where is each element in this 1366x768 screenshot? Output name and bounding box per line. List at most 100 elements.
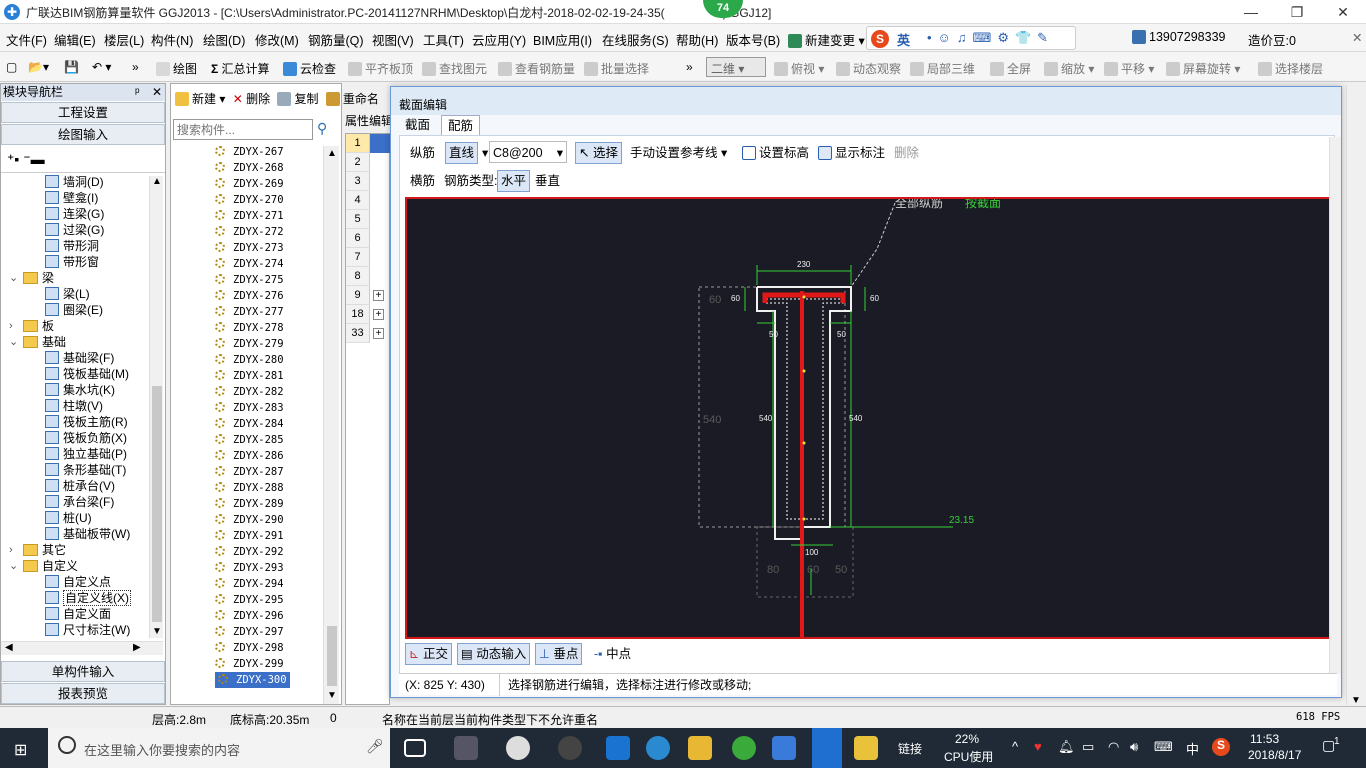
find-element-button[interactable]: 查找图元	[422, 60, 487, 77]
ime-tool-icons[interactable]: •☺♫⌨⚙👕✎	[927, 30, 1054, 46]
windows-start-icon[interactable]: ⊞	[14, 740, 27, 760]
component-list-item[interactable]: ZDYX-268	[215, 160, 284, 176]
menu-cloud[interactable]: 云应用(Y)	[472, 30, 526, 49]
tree-item[interactable]: ⌄ 基础	[9, 334, 66, 350]
property-row-number[interactable]: 9	[346, 286, 370, 305]
component-list-item[interactable]: ZDYX-270	[215, 192, 284, 208]
tree-item[interactable]: 独立基础(P)	[45, 446, 127, 462]
ime-lang[interactable]: 英	[897, 30, 910, 49]
dim-60-outer[interactable]: 60	[709, 294, 721, 306]
360-browser-icon[interactable]	[732, 736, 756, 760]
menu-help[interactable]: 帮助(H)	[676, 30, 718, 49]
close-icon[interactable]: ✕	[1328, 2, 1358, 22]
dim-540-left[interactable]: 540	[759, 414, 773, 423]
screen-rotate-button[interactable]: 屏幕旋转 ▾	[1166, 60, 1240, 77]
file-explorer-icon[interactable]	[688, 736, 712, 760]
price-bean[interactable]: 造价豆:0	[1248, 30, 1296, 49]
by-section-label[interactable]: 按截面	[965, 199, 1001, 210]
expand-row-icon[interactable]: +	[373, 290, 384, 301]
property-row-number[interactable]: 33	[346, 324, 370, 343]
clock-date[interactable]: 2018/8/17	[1248, 748, 1301, 762]
scroll-down-icon[interactable]: ▼	[327, 690, 337, 701]
clock-time[interactable]: 11:53	[1250, 732, 1279, 746]
section-drawing[interactable]: 全部纵筋 按截面 230 60 60 50 50 540 540 100 60 …	[407, 199, 1331, 637]
manual-ref-line-button[interactable]: 手动设置参考线 ▾	[627, 142, 730, 164]
complist-scrollbar[interactable]: ▲ ▼	[323, 146, 339, 704]
select-button[interactable]: ↖ 选择	[575, 142, 622, 164]
dynamic-observe-button[interactable]: 动态观察	[836, 60, 901, 77]
open-folder-icon[interactable]: 📂▾	[28, 60, 49, 74]
tree-item[interactable]: 自定义面	[45, 606, 111, 622]
tree-item[interactable]: 集水坑(K)	[45, 382, 115, 398]
property-row-number[interactable]: 4	[346, 191, 370, 210]
menu-bim[interactable]: BIM应用(I)	[533, 30, 592, 49]
component-list-item[interactable]: ZDYX-299	[215, 656, 284, 672]
align-slab-top-button[interactable]: 平齐板顶	[348, 60, 413, 77]
component-list-item[interactable]: ZDYX-281	[215, 368, 284, 384]
horizontal-button[interactable]: 水平	[497, 170, 531, 192]
show-annotation-button[interactable]: 显示标注	[815, 142, 888, 164]
scroll-up-icon[interactable]: ▲	[327, 148, 337, 159]
dim-80[interactable]: 80	[767, 564, 779, 576]
component-list-item[interactable]: ZDYX-280	[215, 352, 284, 368]
tree-item[interactable]: 自定义点	[45, 574, 111, 590]
component-list-item[interactable]: ZDYX-294	[215, 576, 284, 592]
select-floor-button[interactable]: 选择楼层	[1258, 60, 1323, 77]
menu-component[interactable]: 构件(N)	[151, 30, 193, 49]
task-view-icon[interactable]	[404, 739, 426, 757]
expand-all-icon[interactable]: ⁺▪ ⁻▬	[7, 151, 45, 168]
view-rebar-qty-button[interactable]: 查看钢筋量	[498, 60, 575, 77]
tree-item[interactable]: 连梁(G)	[45, 206, 104, 222]
dim-50-right[interactable]: 50	[837, 330, 846, 339]
tree-item[interactable]: 过梁(G)	[45, 222, 104, 238]
component-list-item[interactable]: ZDYX-273	[215, 240, 284, 256]
dim-540-right[interactable]: 540	[849, 414, 863, 423]
menu-edit[interactable]: 编辑(E)	[54, 30, 96, 49]
expand-row-icon[interactable]: +	[373, 309, 384, 320]
elevation-label[interactable]: 23.15	[949, 515, 974, 526]
pan-button[interactable]: 平移 ▾	[1104, 60, 1154, 77]
component-list-item[interactable]: ZDYX-282	[215, 384, 284, 400]
component-list-item[interactable]: ZDYX-291	[215, 528, 284, 544]
section-canvas[interactable]: 全部纵筋 按截面 230 60 60 50 50 540 540 100 60 …	[405, 197, 1333, 639]
volume-tray-icon[interactable]: 🔊︎	[1130, 739, 1138, 755]
set-elevation-button[interactable]: 设置标高	[739, 142, 812, 164]
copy-component-button[interactable]: 复制	[277, 92, 319, 106]
tray-expand-icon[interactable]: ^	[1012, 739, 1018, 754]
glodon-app-icon[interactable]	[812, 728, 842, 768]
selected-cell[interactable]	[370, 134, 390, 153]
tree-item[interactable]: 柱墩(V)	[45, 398, 103, 414]
perpendicular-button[interactable]: ⊥ 垂点	[535, 643, 583, 665]
g-app-icon[interactable]	[772, 736, 796, 760]
menu-close-icon[interactable]: ✕	[1352, 30, 1362, 45]
menu-modify[interactable]: 修改(M)	[255, 30, 299, 49]
view-mode-select[interactable]: 二维 ▾	[706, 57, 766, 77]
component-list-item[interactable]: ZDYX-298	[215, 640, 284, 656]
scroll-thumb[interactable]	[152, 386, 162, 622]
microphone-icon[interactable]: 🎤︎	[366, 738, 384, 755]
scroll-thumb[interactable]	[327, 626, 337, 686]
save-icon[interactable]: 💾	[64, 60, 79, 74]
dim-230[interactable]: 230	[797, 260, 811, 269]
tree-item[interactable]: 带形窗	[45, 254, 99, 270]
nav-close-icon[interactable]: ✕	[152, 84, 162, 101]
scroll-up-icon[interactable]: ▲	[152, 176, 162, 187]
report-preview-button[interactable]: 报表预览	[1, 683, 165, 704]
sogou-icon[interactable]: S	[871, 30, 889, 48]
dim-60-bottom[interactable]: 60	[807, 564, 819, 576]
rename-component-button[interactable]: 重命名	[325, 92, 379, 106]
engineering-settings-button[interactable]: 工程设置	[1, 102, 165, 123]
collapse-icon[interactable]: ⌄	[9, 558, 18, 574]
app-pinwheel-icon[interactable]	[454, 736, 478, 760]
line-mode-button[interactable]: 直线	[445, 142, 479, 164]
heart-tray-icon[interactable]: ♥	[1034, 739, 1042, 754]
tree-item[interactable]: 圈梁(E)	[45, 302, 103, 318]
delete-component-button[interactable]: ✕ 删除	[233, 92, 270, 106]
tab-reinforcement[interactable]: 配筋	[441, 115, 481, 136]
undo-icon[interactable]: ↶ ▾	[92, 60, 111, 74]
pin-icon[interactable]: ᵖ	[135, 84, 140, 101]
main-scrollbar[interactable]: ▼	[1346, 85, 1364, 706]
edge-icon[interactable]	[606, 736, 630, 760]
vertical-button[interactable]: 垂直	[532, 170, 563, 192]
component-list-item[interactable]: ZDYX-278	[215, 320, 284, 336]
